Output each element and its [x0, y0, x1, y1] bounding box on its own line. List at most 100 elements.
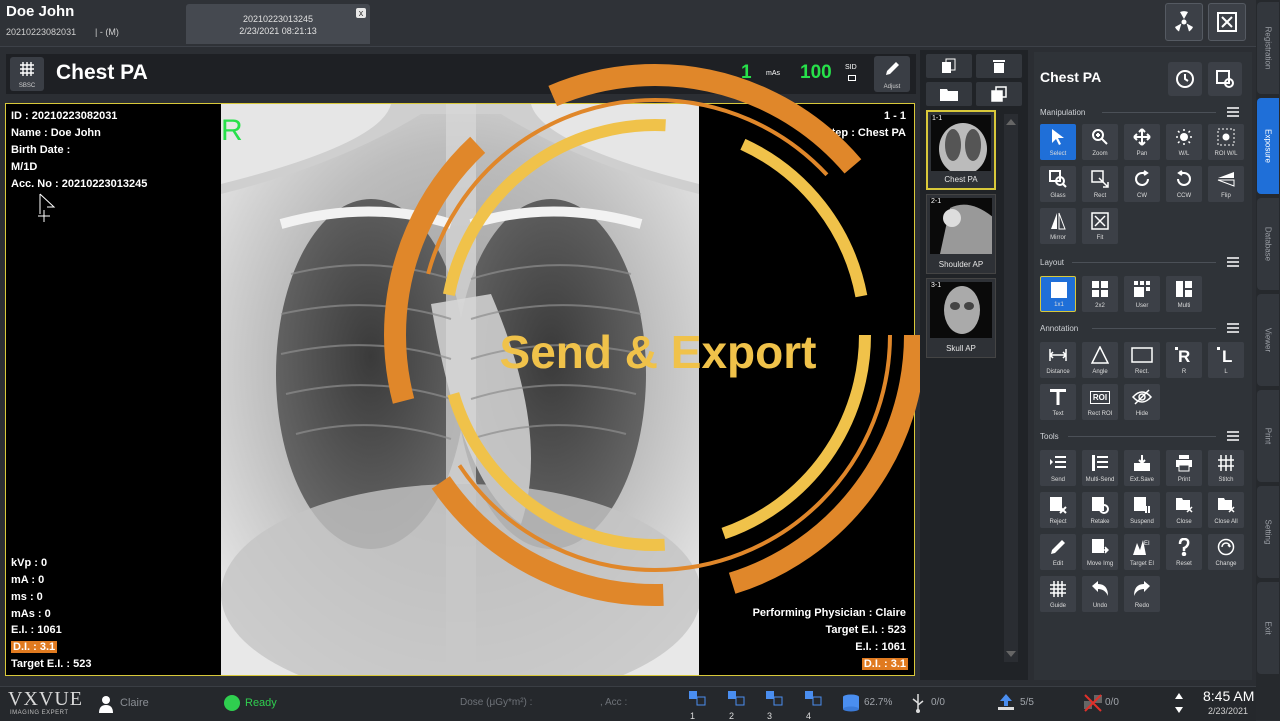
- status-acc: , Acc :: [600, 697, 628, 708]
- tab-registration[interactable]: Registration: [1257, 2, 1279, 94]
- layout-user[interactable]: User: [1124, 276, 1160, 312]
- tool-multi-send[interactable]: Multi-Send: [1082, 450, 1118, 486]
- menu-icon[interactable]: [1226, 430, 1240, 442]
- retake-icon: [1082, 494, 1118, 516]
- tool-panel: Chest PA Manipulation Select Zoom Pan W/…: [1034, 52, 1252, 680]
- move-image-icon: [1082, 536, 1118, 558]
- tab-setting[interactable]: Setting: [1257, 486, 1279, 578]
- tool-change[interactable]: Change: [1208, 534, 1244, 570]
- tool-ext-save[interactable]: Ext.Save: [1124, 450, 1160, 486]
- tool-retake[interactable]: Retake: [1082, 492, 1118, 528]
- svg-text:R: R: [1178, 347, 1190, 364]
- annotation-hide[interactable]: Hide: [1124, 384, 1160, 420]
- send-list-icon: [1040, 452, 1076, 474]
- tool-reset[interactable]: Reset: [1166, 534, 1202, 570]
- radiation-icon[interactable]: [1165, 3, 1203, 41]
- tool-reject[interactable]: Reject: [1040, 492, 1076, 528]
- fullscreen-icon[interactable]: [1208, 3, 1246, 41]
- annotation-text[interactable]: Text: [1040, 384, 1076, 420]
- di-badge: D.I. : 3.1: [11, 641, 58, 653]
- reset-view-button[interactable]: [1168, 62, 1202, 96]
- annotation-rect-roi[interactable]: ROI Rect ROI: [1082, 384, 1118, 420]
- tool-close[interactable]: Close: [1166, 492, 1202, 528]
- tool-rotate-ccw[interactable]: CCW: [1166, 166, 1202, 202]
- detector-2[interactable]: 2: [727, 690, 747, 721]
- custom-grid-icon: [1124, 278, 1160, 300]
- thumbnail-shoulder-ap[interactable]: 2-1 Shoulder AP: [926, 194, 996, 274]
- tool-redo[interactable]: Redo: [1124, 576, 1160, 612]
- tool-pan[interactable]: Pan: [1124, 124, 1160, 160]
- tool-undo[interactable]: Undo: [1082, 576, 1118, 612]
- menu-icon[interactable]: [1226, 322, 1240, 334]
- tool-suspend[interactable]: Suspend: [1124, 492, 1160, 528]
- tool-mirror[interactable]: Mirror: [1040, 208, 1076, 244]
- tab-exit[interactable]: Exit: [1257, 582, 1279, 674]
- tool-magnifier[interactable]: Glass: [1040, 166, 1076, 202]
- tool-fit[interactable]: Fit: [1082, 208, 1118, 244]
- annotation-rect[interactable]: Rect.: [1124, 342, 1160, 378]
- upload-count: 5/5: [1020, 697, 1034, 708]
- tool-send[interactable]: Send: [1040, 450, 1076, 486]
- study-tab[interactable]: 20210223013245 2/23/2021 08:21:13 x: [186, 4, 370, 44]
- trash-icon[interactable]: [976, 54, 1022, 78]
- svg-text:L: L: [1222, 347, 1232, 364]
- usb-count: 0/0: [931, 697, 945, 708]
- tool-stitch[interactable]: Stitch: [1208, 450, 1244, 486]
- detector-1[interactable]: 1: [688, 690, 708, 721]
- layout-multi[interactable]: Multi: [1166, 276, 1202, 312]
- change-icon: [1208, 536, 1244, 558]
- tool-print[interactable]: Print: [1166, 450, 1202, 486]
- tool-close-all[interactable]: Close All: [1208, 492, 1244, 528]
- copy-icon[interactable]: [926, 54, 972, 78]
- menu-icon[interactable]: [1226, 256, 1240, 268]
- cursor-icon: [38, 193, 56, 222]
- tab-database[interactable]: Database: [1257, 198, 1279, 290]
- annotation-right-marker[interactable]: RR: [1166, 342, 1202, 378]
- section-manipulation: Manipulation: [1040, 108, 1086, 117]
- time-spinner-icon[interactable]: [1174, 691, 1184, 715]
- thumbnail-chest-pa[interactable]: 1-1 Chest PA: [926, 110, 996, 190]
- detector-4[interactable]: 4: [804, 690, 824, 721]
- tool-guide[interactable]: Guide: [1040, 576, 1076, 612]
- svg-text:EI: EI: [1144, 541, 1150, 547]
- annotation-angle[interactable]: Angle: [1082, 342, 1118, 378]
- tool-window-level[interactable]: W/L: [1166, 124, 1202, 160]
- duplicate-icon[interactable]: [976, 82, 1022, 106]
- detector-3[interactable]: 3: [765, 690, 785, 721]
- overlay-birth-date: Birth Date :: [11, 144, 71, 156]
- thumbnail-scrollbar[interactable]: [1004, 114, 1018, 662]
- menu-icon[interactable]: [1226, 106, 1240, 118]
- tool-select[interactable]: Select: [1040, 124, 1076, 160]
- patient-id: 20210223082031: [6, 27, 77, 37]
- save-disk-icon: [1124, 452, 1160, 474]
- close-icon[interactable]: x: [356, 8, 366, 18]
- magnifier-icon: [1040, 168, 1076, 190]
- layout-2x2[interactable]: 2x2: [1082, 276, 1118, 312]
- tool-edit[interactable]: Edit: [1040, 534, 1076, 570]
- rectangle-icon: [1124, 344, 1160, 366]
- tool-move-image[interactable]: Move Img: [1082, 534, 1118, 570]
- tab-viewer[interactable]: Viewer: [1257, 294, 1279, 386]
- multi-send-icon: [1082, 452, 1118, 474]
- tool-rotate-cw[interactable]: CW: [1124, 166, 1160, 202]
- sbsc-button[interactable]: SBSC: [10, 57, 44, 91]
- annotation-left-marker[interactable]: LL: [1208, 342, 1244, 378]
- eye-off-icon: [1124, 386, 1160, 408]
- tab-print[interactable]: Print: [1257, 390, 1279, 482]
- brand-tagline: IMAGING EXPERT: [10, 710, 69, 716]
- overlay-di-right: D.I. : 3.1: [861, 658, 908, 670]
- tab-exposure[interactable]: Exposure: [1257, 98, 1279, 194]
- tool-zoom[interactable]: Zoom: [1082, 124, 1118, 160]
- tool-roi-wl[interactable]: ROI W/L: [1208, 124, 1244, 160]
- overlay-ei: E.I. : 1061: [11, 624, 62, 636]
- layout-1x1[interactable]: 1x1: [1040, 276, 1076, 312]
- thumbnail-skull-ap[interactable]: 3-1 Skull AP: [926, 278, 996, 358]
- tool-flip[interactable]: Flip: [1208, 166, 1244, 202]
- annotation-distance[interactable]: Distance: [1040, 342, 1076, 378]
- tool-target-ei[interactable]: EI Target EI: [1124, 534, 1160, 570]
- folder-icon[interactable]: [926, 82, 972, 106]
- network-count: 0/0: [1105, 697, 1119, 708]
- tool-rect-zoom[interactable]: Rect: [1082, 166, 1118, 202]
- patient-header: Doe John 20210223082031 | - (M) 20210223…: [0, 0, 1256, 47]
- image-settings-button[interactable]: [1208, 62, 1242, 96]
